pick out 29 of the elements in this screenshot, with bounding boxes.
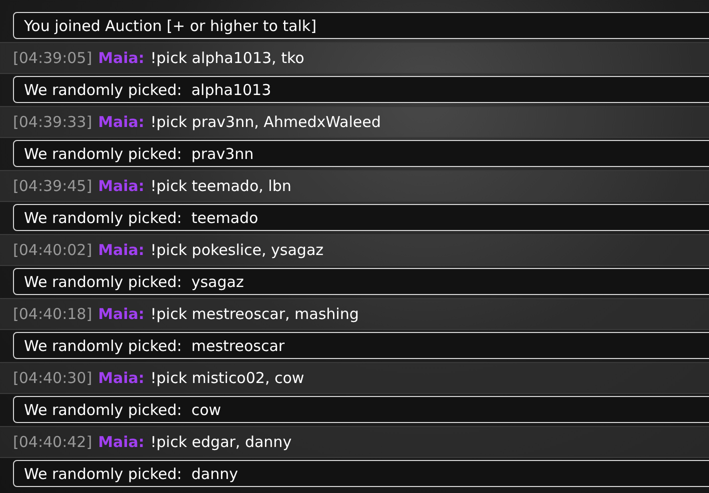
timestamp: [04:40:02]	[13, 241, 92, 259]
chat-message: !pick alpha1013, tko	[150, 49, 304, 67]
chat-message: !pick mistico02, cow	[150, 369, 304, 387]
chat-message: !pick teemado, lbn	[150, 177, 292, 195]
timestamp: [04:39:05]	[13, 49, 92, 67]
chat-message: !pick mestreoscar, mashing	[150, 305, 359, 323]
system-message: We randomly picked: teemado	[13, 204, 709, 231]
timestamp: [04:39:33]	[13, 113, 92, 131]
chat-message: !pick pokeslice, ysagaz	[150, 241, 324, 259]
system-message: We randomly picked: danny	[13, 460, 709, 487]
username: Maia:	[98, 305, 144, 323]
system-message: We randomly picked: alpha1013	[13, 76, 709, 103]
system-message: We randomly picked: ysagaz	[13, 268, 709, 295]
timestamp: [04:40:42]	[13, 433, 92, 451]
chat-message: !pick edgar, danny	[150, 433, 292, 451]
username: Maia:	[98, 49, 144, 67]
username: Maia:	[98, 369, 144, 387]
username: Maia:	[98, 177, 144, 195]
system-message: We randomly picked: cow	[13, 396, 709, 423]
username: Maia:	[98, 113, 144, 131]
system-message: You joined Auction [+ or higher to talk]	[13, 12, 709, 39]
chat-message: !pick prav3nn, AhmedxWaleed	[150, 113, 381, 131]
timestamp: [04:40:30]	[13, 369, 92, 387]
timestamp: [04:39:45]	[13, 177, 92, 195]
username: Maia:	[98, 241, 144, 259]
username: Maia:	[98, 433, 144, 451]
system-message: We randomly picked: mestreoscar	[13, 332, 709, 359]
timestamp: [04:40:18]	[13, 305, 92, 323]
system-message: We randomly picked: prav3nn	[13, 140, 709, 167]
